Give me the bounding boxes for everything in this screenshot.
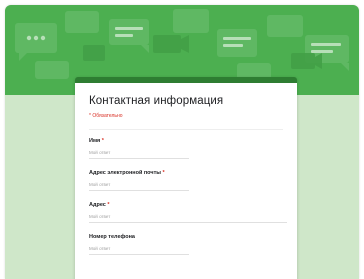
- required-star: *: [107, 202, 110, 208]
- field-phone: Номер телефона: [89, 234, 283, 255]
- address-input[interactable]: [89, 214, 287, 223]
- divider: [89, 129, 283, 130]
- field-label: Адрес *: [89, 202, 110, 208]
- name-input[interactable]: [89, 150, 189, 159]
- required-star: *: [101, 138, 104, 144]
- field-label: Адрес электронной почты *: [89, 170, 165, 176]
- form-card: Контактная информация * Обязательно Имя …: [75, 77, 297, 279]
- field-label: Имя *: [89, 138, 104, 144]
- form-title: Контактная информация: [89, 95, 224, 107]
- required-note: * Обязательно: [89, 113, 123, 119]
- field-address: Адрес *: [89, 202, 287, 223]
- field-label: Номер телефона: [89, 234, 135, 240]
- form-frame: Контактная информация * Обязательно Имя …: [5, 5, 359, 279]
- field-email: Адрес электронной почты *: [89, 170, 283, 191]
- field-name: Имя *: [89, 138, 283, 159]
- phone-input[interactable]: [89, 246, 189, 255]
- email-input[interactable]: [89, 182, 189, 191]
- required-star: *: [162, 170, 165, 176]
